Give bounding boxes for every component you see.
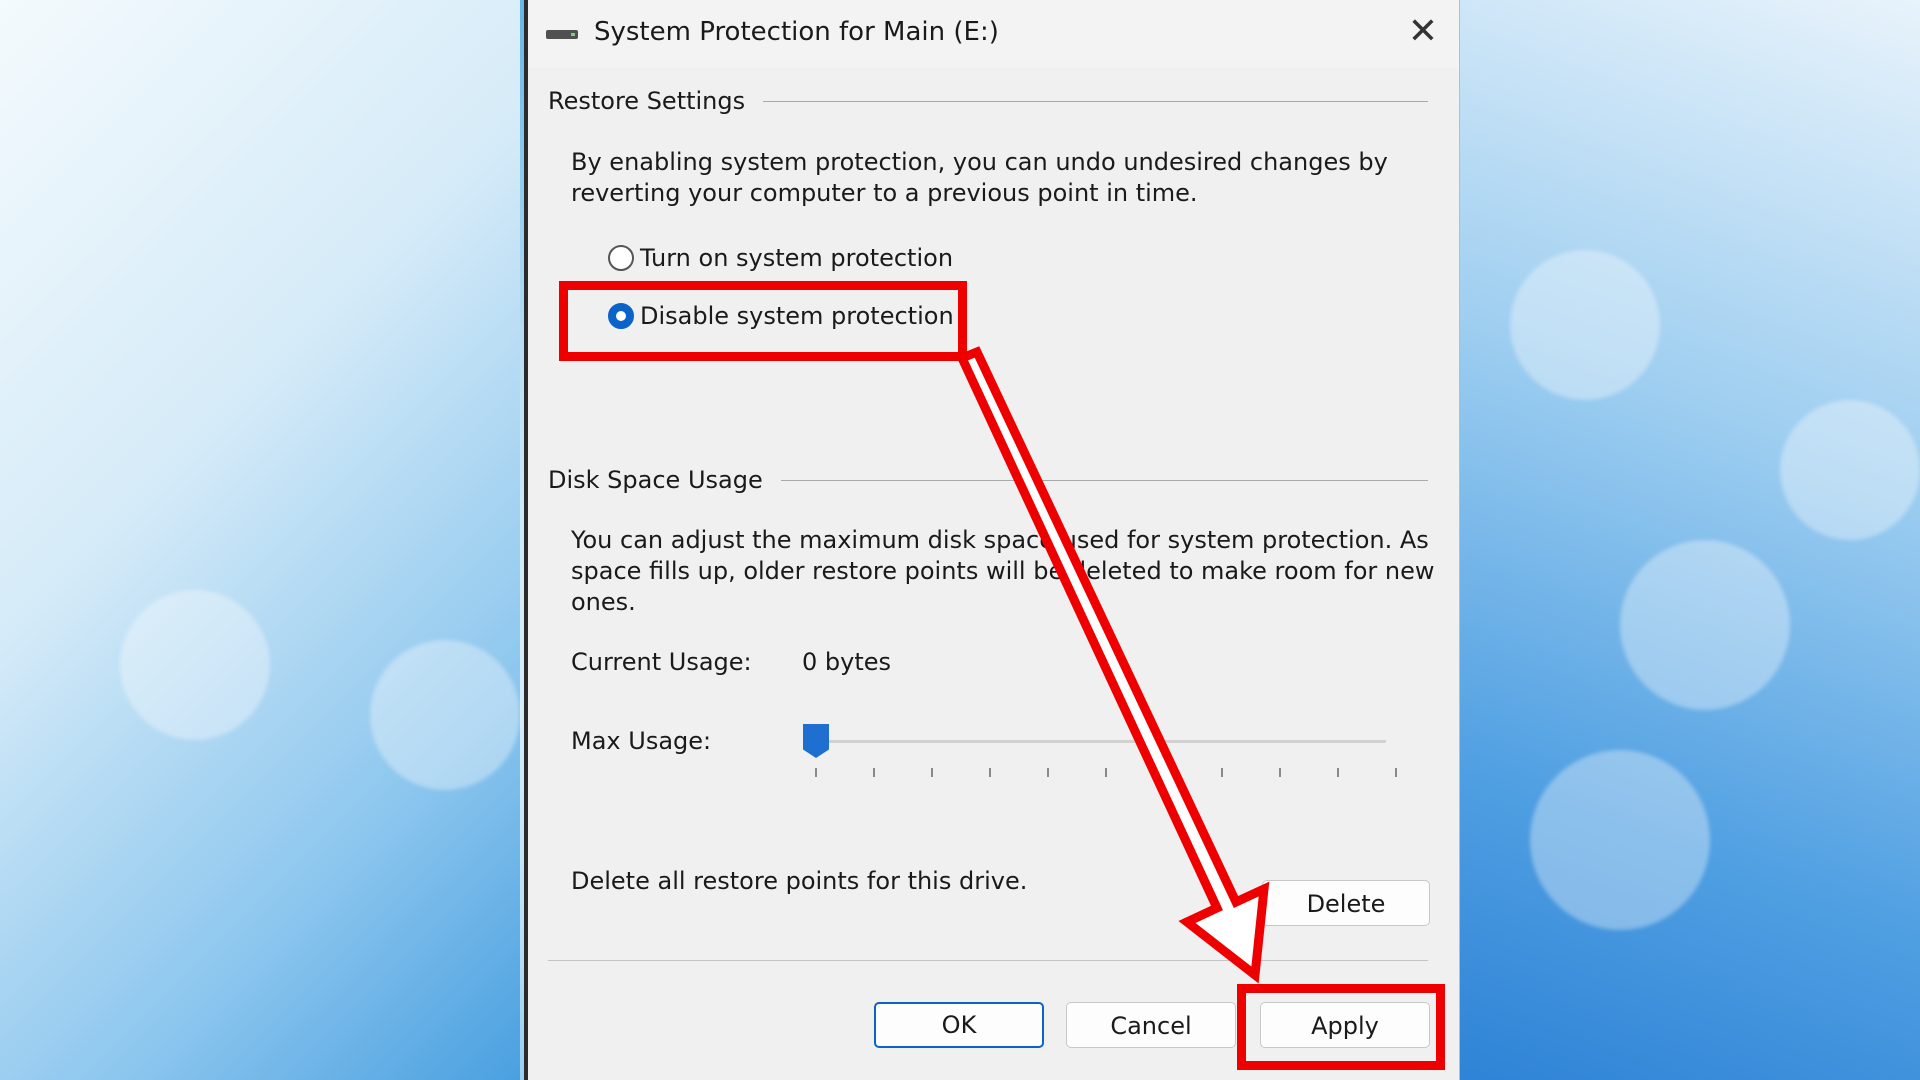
- max-usage-slider-thumb[interactable]: [803, 724, 829, 758]
- restore-settings-heading: Restore Settings: [548, 87, 764, 115]
- description-line: You can adjust the maximum disk space us…: [571, 526, 1429, 554]
- slider-tick: [1337, 768, 1339, 777]
- desktop-background-left: [0, 0, 520, 1080]
- slider-tick: [1279, 768, 1281, 777]
- current-usage-value: 0 bytes: [802, 648, 892, 676]
- description-line: space fills up, older restore points wil…: [571, 557, 1435, 585]
- slider-tick: [873, 768, 875, 777]
- disk-space-heading: Disk Space Usage: [548, 466, 781, 494]
- restore-settings-divider: [758, 101, 1428, 102]
- bokeh-light: [370, 640, 520, 790]
- slider-tick: [815, 768, 817, 777]
- bokeh-light: [1780, 400, 1920, 540]
- radio-turn-on-protection[interactable]: Turn on system protection: [608, 244, 953, 272]
- radio-label: Turn on system protection: [640, 244, 954, 272]
- close-button[interactable]: ✕: [1401, 10, 1445, 54]
- slider-tick: [1395, 768, 1397, 777]
- disk-space-description: You can adjust the maximum disk space us…: [571, 525, 1435, 618]
- radio-disable-protection[interactable]: Disable system protection: [608, 302, 954, 330]
- radio-unchecked-icon[interactable]: [608, 245, 634, 271]
- apply-button[interactable]: Apply: [1260, 1002, 1430, 1048]
- ok-button[interactable]: OK: [874, 1002, 1044, 1048]
- restore-settings-description: By enabling system protection, you can u…: [571, 147, 1388, 209]
- delete-restore-points-text: Delete all restore points for this drive…: [571, 867, 1028, 895]
- title-bar: System Protection for Main (E:) ✕: [528, 0, 1459, 68]
- max-usage-label: Max Usage:: [571, 727, 712, 755]
- slider-tick: [1221, 768, 1223, 777]
- disk-space-divider: [766, 480, 1428, 481]
- slider-tick: [1163, 768, 1165, 777]
- description-line: reverting your computer to a previous po…: [571, 179, 1198, 207]
- bokeh-light: [1530, 750, 1710, 930]
- radio-checked-icon[interactable]: [608, 303, 634, 329]
- bokeh-light: [1620, 540, 1790, 710]
- description-line: By enabling system protection, you can u…: [571, 148, 1388, 176]
- slider-tick: [1105, 768, 1107, 777]
- drive-icon: [546, 30, 578, 39]
- system-protection-dialog: System Protection for Main (E:) ✕ Restor…: [524, 0, 1460, 1080]
- max-usage-slider-track[interactable]: [806, 740, 1386, 743]
- slider-tick: [931, 768, 933, 777]
- delete-button[interactable]: Delete: [1262, 880, 1430, 926]
- cancel-button[interactable]: Cancel: [1066, 1002, 1236, 1048]
- footer-divider: [548, 960, 1428, 961]
- radio-label: Disable system protection: [640, 302, 954, 330]
- bokeh-light: [120, 590, 270, 740]
- slider-tick: [989, 768, 991, 777]
- bokeh-light: [1510, 250, 1660, 400]
- dialog-title: System Protection for Main (E:): [594, 17, 999, 47]
- current-usage-label: Current Usage:: [571, 648, 752, 676]
- slider-tick: [1047, 768, 1049, 777]
- desktop-background-right: [1460, 0, 1920, 1080]
- description-line: ones.: [571, 588, 636, 616]
